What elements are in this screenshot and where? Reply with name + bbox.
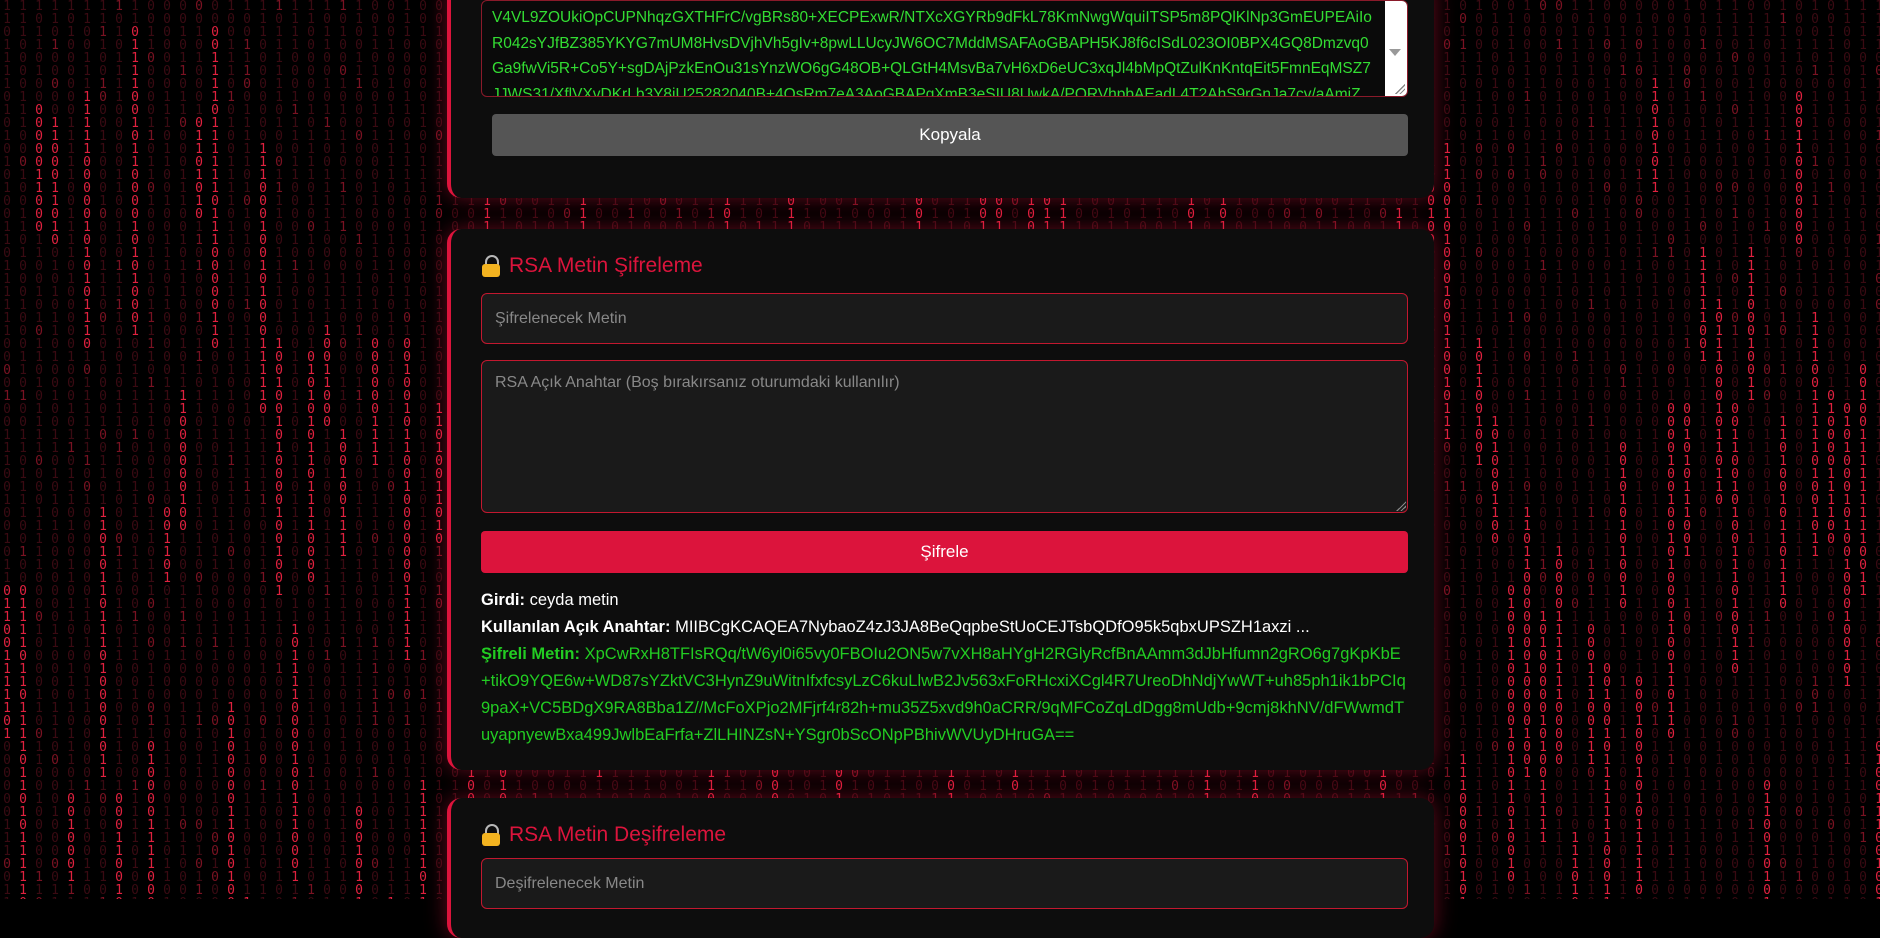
matrix-column: 1 0 1 1 1 1 1 1 0 1 0 0 0 1 1 1 1 0 0 1 …	[275, 0, 283, 899]
scroll-down-arrow-icon[interactable]	[1389, 49, 1401, 56]
matrix-column: 1 0 1 0 0 0 0 1 1 0 1 1 0 0 1 1 1 1 1 0 …	[1683, 0, 1691, 899]
matrix-column: 1 0 1 0 1 1 1 1 0 0 0 0 0 1 1 0 0 1 1 0 …	[115, 0, 123, 899]
lock-icon	[481, 824, 501, 846]
decrypt-card-header: RSA Metin Deşifreleme	[481, 820, 726, 850]
matrix-column: 1 1 0 1 1 1 1 0 1 0 1 0 1 0 1 0 0 1 1 0 …	[3, 0, 11, 899]
matrix-column: 0 0 1 1 1 1 0 0 1 0 1 1 0 1 1 1 1 0 1 0 …	[1827, 0, 1835, 899]
matrix-column: 0 0 1 1 0 1 0 0 1 1 1 0 0 1 0 0 0 0 0 0 …	[1619, 0, 1627, 899]
decrypt-card-title: RSA Metin Deşifreleme	[509, 823, 727, 846]
encrypt-button[interactable]: Şifrele	[481, 531, 1408, 573]
lock-icon	[481, 255, 501, 277]
matrix-column: 1 0 1 0 0 0 1 0 1 0 1 1 0 1 1 1 1 1 0 0 …	[339, 0, 347, 899]
matrix-column: 1 0 0 1 1 1 0 0 1 1 1 1 1 0 1 0 1 0 1 0 …	[243, 0, 251, 899]
matrix-column: 0 0 1 1 0 0 0 0 0 1 1 0 1 1 0 1 0 0 0 1 …	[147, 0, 155, 899]
matrix-column: 1 0 1 1 1 1 0 0 0 0 0 0 1 0 0 0 0 0 0 0 …	[1571, 0, 1579, 899]
matrix-column: 0 0 1 0 1 0 0 0 1 0 1 1 0 1 0 1 0 1 1 0 …	[195, 0, 203, 899]
encrypt-result: Girdi: ceyda metin Kullanılan Açık Anaht…	[481, 587, 1408, 749]
matrix-column: 0 0 0 0 0 0 0 1 1 1 0 1 1 0 0 1 0 0 1 1 …	[163, 0, 171, 899]
matrix-column: 1 1 1 0 0 0 0 0 0 0 0 1 1 1 0 0 0 1 0 0 …	[259, 0, 267, 899]
matrix-column: 1 1 1 0 0 1 0 1 0 1 0 0 1 0 0 1 1 1 1 1 …	[1731, 0, 1739, 899]
matrix-column: 1 1 1 1 0 1 1 1 0 0 0 0 0 0 1 1 0 1 0 0 …	[1859, 0, 1867, 899]
matrix-column: 0 0 0 1 0 0 1 0 1 0 1 1 1 1 0 0 0 0 1 0 …	[387, 0, 395, 899]
matrix-column: 0 1 0 0 0 0 1 0 1 0 1 1 1 0 1 0 1 1 1 0 …	[1539, 0, 1547, 899]
result-input-line: Girdi: ceyda metin	[481, 587, 1408, 614]
public-key-text: V4VL9ZOUkiOpCUPNhqzGXTHFrC/vgBRs80+XECPE…	[492, 9, 1372, 97]
matrix-column: 1 0 0 0 1 1 1 1 1 1 0 1 1 1 0 1 1 0 0 1 …	[1523, 0, 1531, 899]
matrix-column: 0 0 1 0 1 1 1 1 1 0 0 1 1 1 1 1 0 1 0 0 …	[435, 0, 443, 899]
ciphertext-input[interactable]: Deşifrelenecek Metin	[481, 858, 1408, 909]
matrix-column: 0 0 1 0 0 0 1 1 0 1 1 0 0 0 0 0 1 1 1 1 …	[1603, 0, 1611, 899]
matrix-column: 1 1 1 0 1 0 0 0 1 0 1 1 0 0 0 0 0 0 0 0 …	[1715, 0, 1723, 899]
matrix-column: 0 1 0 0 1 0 0 0 0 1 0 0 0 1 1 0 0 1 1 1 …	[1635, 0, 1643, 899]
copy-button[interactable]: Kopyala	[492, 114, 1408, 156]
matrix-column: 1 1 1 1 0 0 1 1 0 1 1 0 0 1 0 1 0 0 1 1 …	[1875, 0, 1880, 899]
encrypt-card: RSA Metin Şifreleme Şifrelenecek Metin R…	[447, 229, 1434, 770]
matrix-column: 1 0 0 1 0 1 0 1 1 1 1 0 1 0 1 1 1 1 0 1 …	[1811, 0, 1819, 899]
matrix-column: 0 1 1 1 0 0 1 1 1 1 0 0 0 1 0 0 0 0 1 1 …	[1747, 0, 1755, 899]
result-key-line: Kullanılan Açık Anahtar: MIIBCgKCAQEA7Ny…	[481, 614, 1408, 641]
result-input-value: ceyda metin	[529, 591, 619, 609]
matrix-column: 0 0 1 0 1 1 0 1 1 0 0 0 0 1 1 1 0 0 1 0 …	[179, 0, 187, 899]
matrix-column: 1 0 1 0 0 0 0 0 0 1 1 1 1 1 0 0 1 1 1 1 …	[67, 0, 75, 899]
matrix-column: 1 1 1 1 0 0 0 1 1 1 1 0 1 1 0 0 0 0 1 0 …	[291, 0, 299, 899]
public-key-input[interactable]: RSA Açık Anahtar (Boş bırakırsanız oturu…	[481, 360, 1408, 513]
matrix-column: 1 0 1 1 0 1 0 0 0 0 0 0 0 1 1 0 0 0 1 1 …	[35, 0, 43, 899]
result-cipher-label: Şifreli Metin:	[481, 645, 581, 663]
matrix-column: 1 1 0 1 0 1 0 0 1 1 1 1 0 1 1 1 1 0 1 0 …	[1587, 0, 1595, 899]
matrix-column: 1 1 1 1 1 1 0 0 1 1 1 0 0 1 0 0 0 0 0 1 …	[1779, 0, 1787, 899]
matrix-column: 0 1 1 0 0 1 0 0 1 1 1 1 1 0 0 1 1 1 0 1 …	[1763, 0, 1771, 899]
resize-grip-icon[interactable]	[1395, 84, 1405, 94]
result-cipher-block: Şifreli Metin: XpCwRxH8TFIsRQq/tW6yl0i65…	[481, 641, 1408, 749]
matrix-column: 0 0 0 1 1 0 0 0 0 0 1 1 0 0 0 0 0 0 0 0 …	[1795, 0, 1803, 899]
result-input-label: Girdi:	[481, 591, 525, 609]
matrix-column: 1 1 0 0 1 1 1 0 0 0 0 0 0 0 0 0 0 0 1 0 …	[355, 0, 363, 899]
matrix-column: 0 0 0 0 0 1 1 0 1 0 0 0 1 1 0 0 0 0 0 1 …	[1667, 0, 1675, 899]
encrypt-card-header: RSA Metin Şifreleme	[481, 251, 703, 281]
result-key-value: MIIBCgKCAQEA7NybaoZ4zJ3JA8BeQqpbeStUoCEJ…	[675, 618, 1310, 636]
matrix-column: 0 0 1 1 0 1 0 0 1 1 1 0 0 0 1 1 0 0 1 1 …	[371, 0, 379, 899]
matrix-column: 1 1 1 0 0 0 0 1 1 1 0 0 0 1 0 0 1 1 0 1 …	[19, 0, 27, 899]
textarea-scrollbar[interactable]	[1385, 1, 1407, 96]
encrypt-card-title: RSA Metin Şifreleme	[509, 254, 703, 277]
resize-grip-icon[interactable]	[1396, 501, 1406, 511]
matrix-column: 0 0 0 1 0 1 0 1 1 0 1 0 0 0 1 0 1 1 1 0 …	[1555, 0, 1563, 899]
matrix-column: 1 1 1 0 0 0 0 1 1 0 0 1 1 1 1 0 1 0 1 0 …	[403, 0, 411, 899]
matrix-column: 0 1 0 0 0 0 1 0 1 0 1 0 1 0 0 0 1 1 0 0 …	[1491, 0, 1499, 899]
matrix-column: 1 1 0 1 1 1 1 0 0 1 0 1 1 0 0 0 0 1 0 1 …	[131, 0, 139, 899]
matrix-column: 0 1 0 1 0 0 1 1 0 1 1 0 0 0 0 0 1 0 0 1 …	[1699, 0, 1707, 899]
matrix-column: 0 0 1 1 1 1 1 1 0 1 0 1 0 1 1 0 0 0 1 1 …	[1651, 0, 1659, 899]
matrix-column: 0 0 0 0 1 1 1 1 0 1 1 1 1 1 1 0 1 1 1 0 …	[211, 0, 219, 899]
matrix-column: 0 1 1 1 1 0 0 0 0 1 0 0 1 0 0 0 1 0 0 0 …	[1507, 0, 1515, 899]
matrix-column: 1 1 0 0 0 0 0 1 1 0 0 1 1 0 0 0 1 1 0 1 …	[1843, 0, 1851, 899]
matrix-column: 1 1 0 1 0 0 0 0 0 1 1 0 0 0 1 1 0 1 0 0 …	[51, 0, 59, 899]
matrix-column: 1 0 1 1 0 0 1 0 1 1 1 0 0 1 1 1 1 1 0 0 …	[323, 0, 331, 899]
public-key-textarea[interactable]: V4VL9ZOUkiOpCUPNhqzGXTHFrC/vgBRs80+XECPE…	[481, 0, 1408, 97]
matrix-column: 1 1 0 0 1 1 1 0 0 0 1 1 1 1 0 0 1 0 1 0 …	[1443, 0, 1451, 899]
matrix-column: 1 0 0 1 1 1 0 1 0 1 0 0 1 1 1 1 0 1 1 0 …	[227, 0, 235, 899]
plaintext-input[interactable]: Şifrelenecek Metin	[481, 293, 1408, 344]
matrix-column: 1 1 1 1 0 0 1 0 0 0 1 1 0 0 0 1 0 0 0 0 …	[99, 0, 107, 899]
matrix-column: 0 0 1 0 0 0 0 0 1 1 0 0 1 1 1 0 0 1 1 0 …	[419, 0, 427, 899]
matrix-column: 1 1 0 0 1 1 1 1 1 1 1 1 0 0 0 0 0 1 0 1 …	[83, 0, 91, 899]
result-key-label: Kullanılan Açık Anahtar:	[481, 618, 671, 636]
matrix-column: 1 0 0 0 1 1 0 1 1 0 1 0 0 0 1 1 0 0 1 0 …	[1475, 0, 1483, 899]
decrypt-card: RSA Metin Deşifreleme Deşifrelenecek Met…	[447, 798, 1434, 938]
matrix-column: 1 1 0 0 0 0 0 0 1 0 1 1 1 1 0 1 0 0 1 0 …	[307, 0, 315, 899]
result-cipher-value: XpCwRxH8TFIsRQq/tW6yl0i65vy0FBOIu2ON5w7v…	[481, 645, 1406, 744]
matrix-column: 0 0 1 1 1 1 0 1 1 0 0 1 0 1 1 0 1 0 0 1 …	[1459, 0, 1467, 899]
key-output-card: V4VL9ZOUkiOpCUPNhqzGXTHFrC/vgBRs80+XECPE…	[447, 0, 1434, 198]
